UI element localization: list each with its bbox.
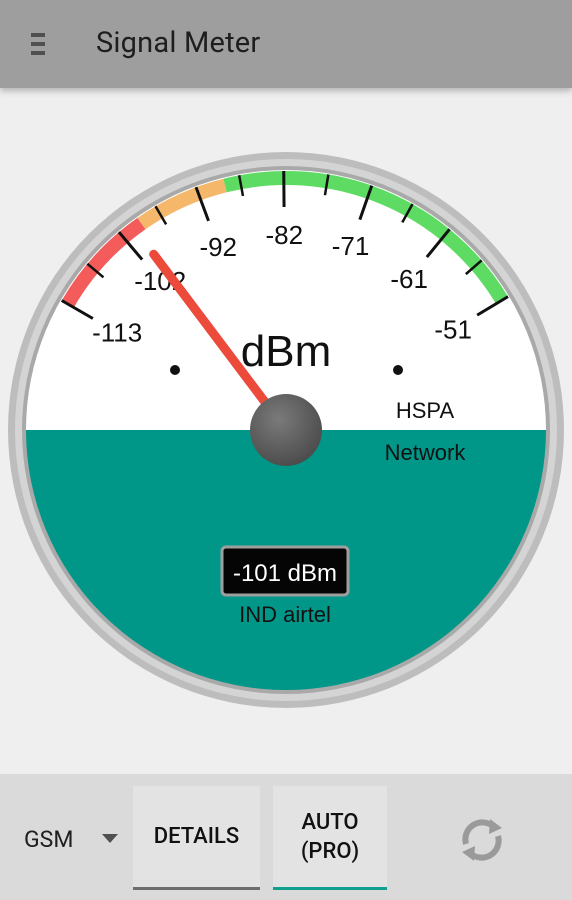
network-select-value: GSM bbox=[24, 826, 74, 853]
refresh-icon[interactable] bbox=[452, 810, 512, 870]
unit-label: dBm bbox=[241, 327, 331, 376]
signal-gauge: -113-102-92 -82 -71-61-51 dBm HSPA Network… bbox=[8, 152, 564, 708]
operator-name: IND airtel bbox=[239, 602, 331, 627]
menu-icon[interactable] bbox=[28, 33, 50, 55]
network-label: Network bbox=[385, 440, 467, 465]
network-select[interactable]: GSM bbox=[0, 774, 132, 900]
scale-label: -113 bbox=[92, 318, 142, 348]
scale-label: -71 bbox=[332, 231, 370, 261]
scale-label: -51 bbox=[434, 315, 472, 345]
scale-label: -61 bbox=[390, 264, 428, 294]
app-bar: Signal Meter bbox=[0, 0, 572, 88]
scale-label: -92 bbox=[199, 232, 237, 262]
dropdown-arrow-icon bbox=[102, 834, 118, 843]
bottom-bar: GSM DETAILS AUTO (PRO) bbox=[0, 774, 572, 900]
left-dot bbox=[170, 365, 180, 375]
auto-pro-button[interactable]: AUTO (PRO) bbox=[273, 786, 387, 890]
scale-label: -82 bbox=[266, 220, 304, 250]
details-button[interactable]: DETAILS bbox=[133, 786, 260, 890]
network-type: HSPA bbox=[396, 398, 455, 423]
app-title: Signal Meter bbox=[96, 26, 261, 60]
reading-value: -101 dBm bbox=[233, 560, 337, 587]
right-dot bbox=[393, 365, 403, 375]
gauge-hub bbox=[250, 394, 322, 466]
